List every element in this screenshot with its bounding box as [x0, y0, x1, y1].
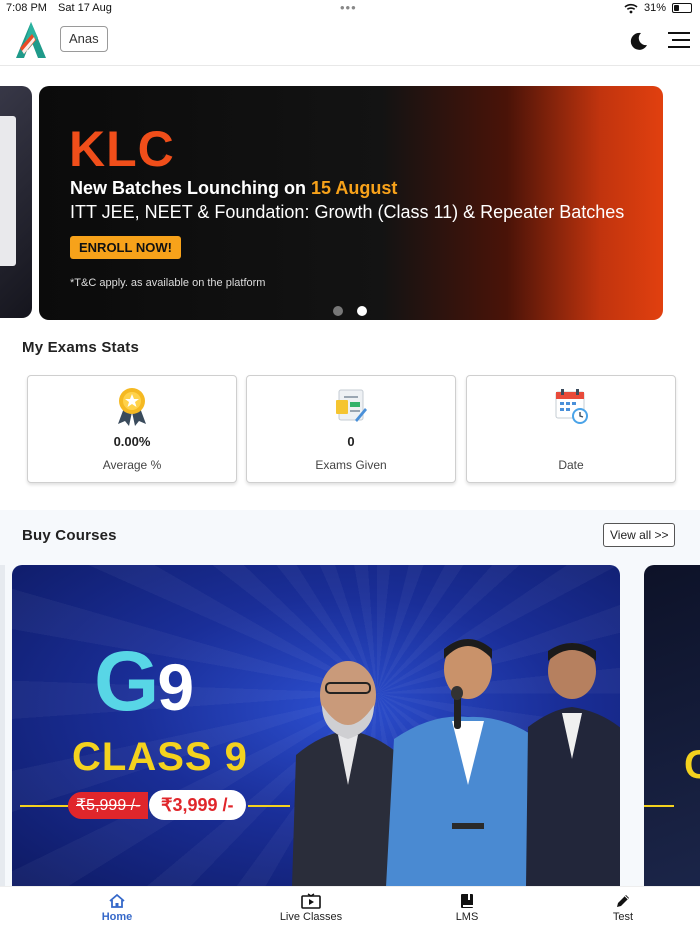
wifi-icon — [624, 3, 638, 13]
promo-banner[interactable]: KLC New Batches Lounching on 15 August I… — [39, 86, 663, 320]
course-card-class-9[interactable]: G9 CLASS 9 ₹5,999 /- ₹3,999 /- — [12, 565, 620, 886]
average-value: 0.00% — [113, 434, 151, 449]
stat-card-exams-given[interactable]: 0 Exams Given — [246, 375, 456, 483]
nav-live-classes-label: Live Classes — [279, 911, 343, 923]
app-header: Anas — [0, 16, 700, 66]
nav-test[interactable]: Test — [573, 893, 673, 923]
award-medal-icon — [118, 388, 146, 426]
banner-date-highlight: 15 August — [311, 178, 398, 198]
buy-courses-title: Buy Courses — [22, 527, 117, 544]
status-date: Sat 17 Aug — [58, 2, 112, 14]
status-bar: 7:08 PM Sat 17 Aug ••• 31% — [0, 0, 700, 16]
enroll-now-button[interactable]: ENROLL NOW! — [70, 236, 181, 259]
promo-carousel[interactable]: KLC New Batches Lounching on 15 August I… — [0, 66, 700, 331]
stat-card-average[interactable]: 0.00% Average % — [27, 375, 237, 483]
next-course-card[interactable]: C — [644, 565, 700, 886]
nav-home[interactable]: Home — [67, 893, 167, 923]
hamburger-menu-icon[interactable] — [666, 30, 692, 50]
calendar-clock-icon — [555, 389, 588, 424]
carousel-dot-2[interactable] — [357, 306, 367, 316]
banner-headline: New Batches Lounching on 15 August — [70, 178, 398, 198]
dark-mode-toggle-icon[interactable] — [628, 30, 650, 52]
previous-slide-card[interactable] — [0, 86, 32, 318]
nav-lms-label: LMS — [455, 911, 479, 923]
average-label: Average % — [102, 458, 162, 472]
view-all-courses-button[interactable]: View all >> — [603, 523, 676, 547]
price-rule-left — [20, 805, 68, 807]
banner-disclaimer: *T&C apply. as available on the platform — [70, 277, 266, 289]
book-icon — [461, 894, 473, 908]
instructors-photo — [292, 639, 620, 886]
carousel-dot-1[interactable] — [333, 306, 343, 316]
carousel-indicator — [333, 306, 367, 316]
exam-sheet-icon — [336, 389, 367, 422]
exams-given-value: 0 — [347, 434, 355, 449]
course-code: G9 — [94, 634, 194, 728]
tv-play-icon — [301, 893, 321, 909]
user-name-chip[interactable]: Anas — [60, 26, 108, 52]
banner-brand: KLC — [69, 121, 175, 177]
multitask-dots-icon[interactable]: ••• — [340, 0, 357, 15]
next-course-rule — [644, 805, 674, 807]
nav-lms[interactable]: LMS — [417, 893, 517, 923]
battery-percent: 31% — [643, 2, 666, 14]
course-name: CLASS 9 — [72, 735, 248, 779]
battery-icon — [672, 3, 692, 13]
stat-card-date[interactable]: Date — [466, 375, 676, 483]
nav-test-label: Test — [612, 911, 634, 923]
status-time: 7:08 PM — [6, 2, 47, 14]
nav-home-label: Home — [101, 911, 133, 923]
bottom-navigation: Home Live Classes LMS Test — [0, 886, 700, 934]
nav-live-classes[interactable]: Live Classes — [261, 893, 361, 923]
home-icon — [109, 893, 125, 908]
course-new-price: ₹3,999 /- — [149, 790, 246, 820]
exams-given-label: Exams Given — [315, 458, 387, 472]
pencil-icon — [617, 895, 629, 907]
banner-subline: ITT JEE, NEET & Foundation: Growth (Clas… — [70, 202, 625, 222]
previous-course-card-edge[interactable] — [0, 565, 5, 886]
app-logo[interactable] — [14, 20, 48, 60]
next-course-letter: C — [684, 743, 700, 787]
course-old-price: ₹5,999 /- — [68, 792, 149, 819]
date-label: Date — [558, 458, 584, 472]
exam-stats-title: My Exams Stats — [22, 339, 140, 356]
